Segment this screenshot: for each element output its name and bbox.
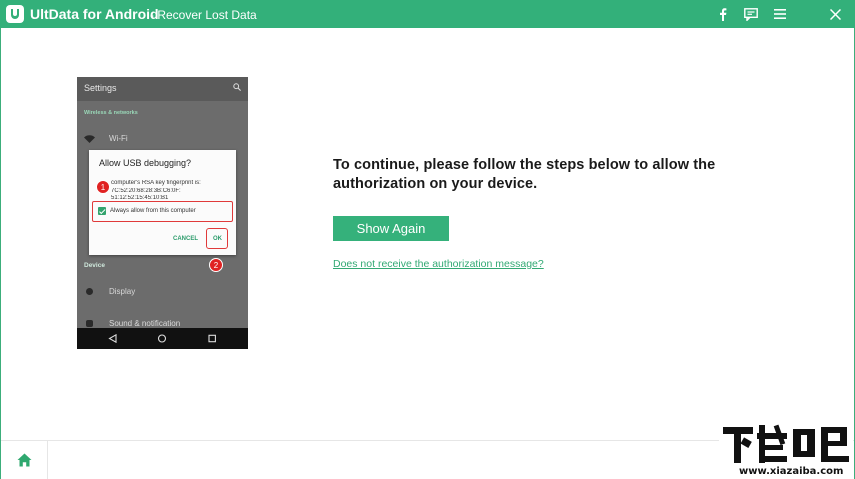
xiazaiba-logo-icon — [723, 424, 849, 463]
wifi-icon — [84, 135, 95, 143]
notification-icon — [86, 320, 93, 327]
site-watermark: www.xiazaiba.com — [719, 423, 853, 478]
dialog-body-line: computer's RSA key fingerprint is: — [111, 180, 201, 186]
dialog-body: computer's RSA key fingerprint is: 7C:52… — [111, 180, 231, 203]
authorization-help-link[interactable]: Does not receive the authorization messa… — [333, 258, 544, 270]
instruction-text: To continue, please follow the steps bel… — [333, 157, 716, 192]
home-circle-icon — [157, 334, 167, 343]
app-name: UltData for Android — [30, 6, 159, 22]
phone-item-display: Display — [109, 287, 136, 296]
app-logo-icon — [6, 5, 24, 23]
always-allow-highlight: Always allow from this computer — [92, 201, 233, 222]
phone-screenshot: Settings Wireless & networks Wi-Fi Devic… — [77, 77, 248, 349]
phone-settings-header: Settings — [77, 77, 248, 101]
title-bar: UltData for Android - Recover Lost Data — [0, 0, 855, 28]
phone-section-wireless: Wireless & networks — [84, 110, 138, 116]
always-allow-label: Always allow from this computer — [110, 208, 196, 214]
watermark-url: www.xiazaiba.com — [739, 466, 844, 477]
phone-settings-title: Settings — [84, 83, 117, 93]
phone-item-wifi: Wi-Fi — [109, 134, 128, 143]
ok-highlight: OK — [206, 228, 228, 249]
step-badge-2: 2 — [209, 258, 223, 272]
show-again-button[interactable]: Show Again — [333, 216, 449, 241]
phone-item-sound: Sound & notification — [109, 319, 181, 328]
home-icon — [17, 453, 31, 467]
recents-icon — [208, 334, 216, 343]
dialog-title: Allow USB debugging? — [99, 158, 192, 168]
close-icon[interactable] — [825, 4, 845, 24]
app-subtitle: - Recover Lost Data — [150, 8, 257, 22]
step-badge-1: 1 — [96, 180, 110, 194]
phone-section-device: Device — [84, 262, 105, 269]
display-icon — [86, 288, 93, 295]
usb-debugging-dialog: Allow USB debugging? computer's RSA key … — [89, 150, 236, 255]
feedback-icon[interactable] — [741, 4, 761, 24]
dialog-ok-label: OK — [213, 236, 222, 242]
back-icon — [108, 334, 117, 343]
facebook-icon[interactable] — [713, 4, 733, 24]
dialog-body-line: 7C:52:20:68:28:3B:C6:0F: — [111, 187, 181, 194]
home-button[interactable] — [1, 441, 48, 479]
phone-navbar — [77, 328, 248, 349]
checkbox-checked-icon — [98, 207, 106, 215]
dialog-cancel-label: CANCEL — [173, 236, 198, 242]
menu-icon[interactable] — [770, 4, 790, 24]
search-icon — [233, 83, 241, 91]
